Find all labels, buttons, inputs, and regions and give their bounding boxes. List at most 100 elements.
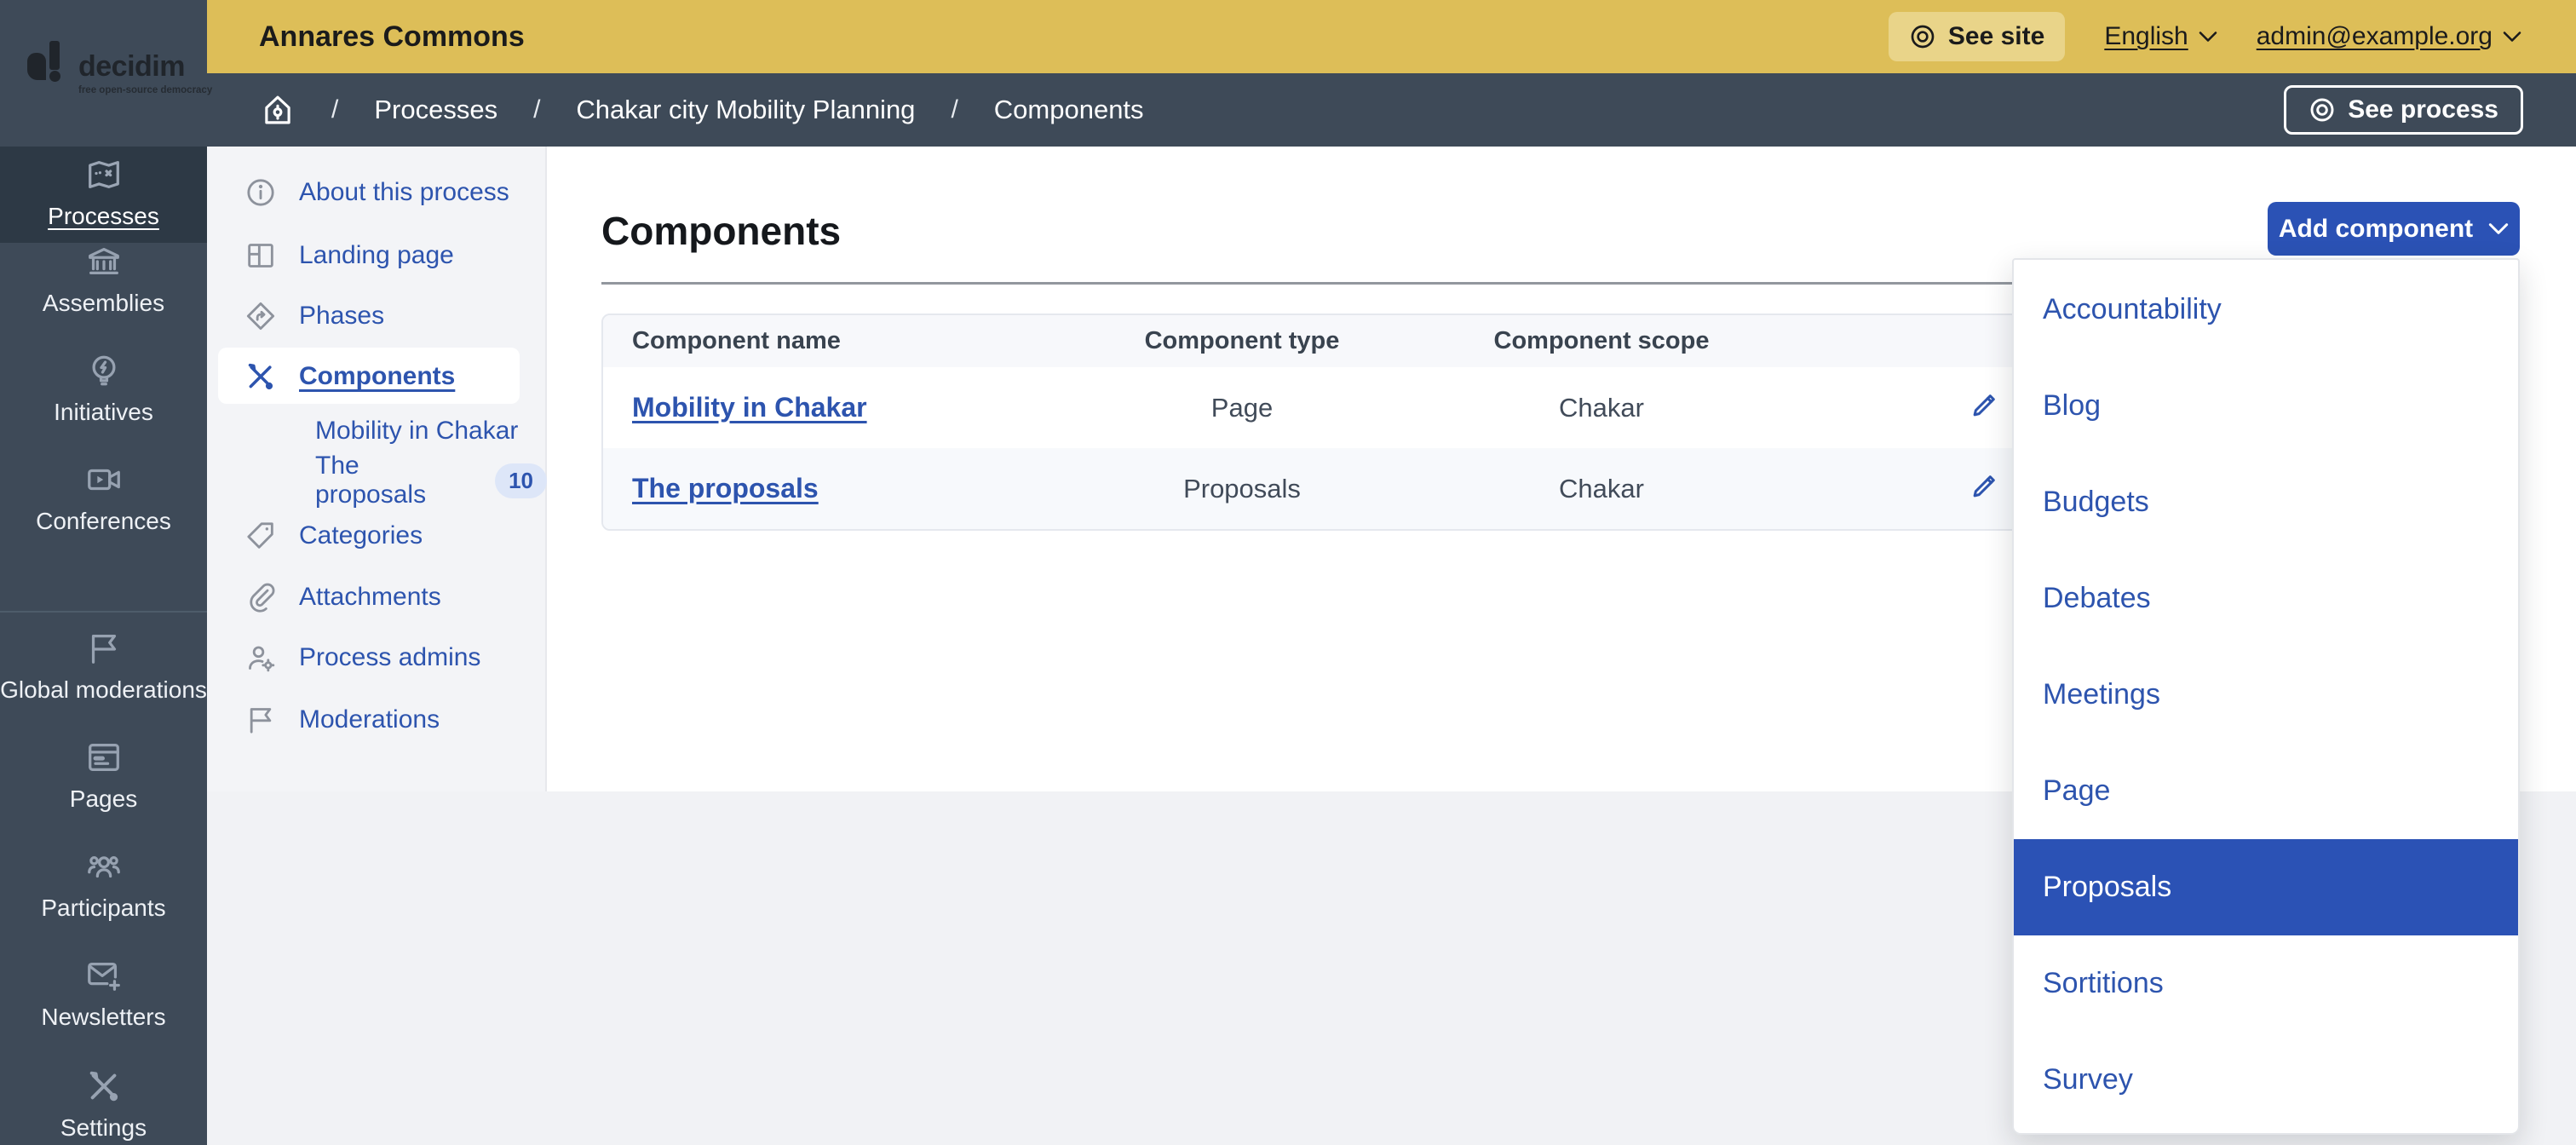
subnav-item-about[interactable]: About this process [207, 168, 547, 217]
breadcrumb-separator: / [533, 95, 540, 124]
eye-icon [2309, 96, 2336, 124]
paperclip-icon [244, 580, 278, 614]
chevron-down-icon [2503, 31, 2521, 43]
subnav-item-mobility-in-chakar[interactable]: Mobility in Chakar [207, 406, 547, 456]
direction-sign-icon [244, 299, 278, 333]
subnav-item-phases[interactable]: Phases [207, 291, 547, 341]
dropdown-item-survey[interactable]: Survey [2014, 1032, 2518, 1128]
subnav-item-components[interactable]: Components [207, 352, 547, 401]
sidebar-item-newsletters[interactable]: Newsletters [0, 949, 207, 1048]
see-site-label: See site [1948, 22, 2044, 51]
dropdown-item-page[interactable]: Page [2014, 743, 2518, 839]
breadcrumb-separator: / [331, 95, 338, 124]
add-component-dropdown: Accountability Blog Budgets Debates Meet… [2012, 258, 2520, 1135]
breadcrumb-item-processes[interactable]: Processes [374, 95, 497, 125]
subnav-item-the-proposals[interactable]: The proposals 10 [207, 456, 547, 505]
sidebar-item-conferences[interactable]: Conferences [0, 453, 207, 552]
decidim-wordmark: decidim [78, 54, 185, 80]
breadcrumb-item-components[interactable]: Components [994, 95, 1144, 125]
page-title: Components [601, 208, 841, 254]
subnav-item-label: About this process [299, 178, 509, 207]
eye-icon [1909, 23, 1936, 50]
see-site-button[interactable]: See site [1889, 12, 2065, 61]
subnav-item-label: Landing page [299, 241, 454, 270]
sidebar-item-label: Initiatives [54, 399, 153, 426]
add-component-button[interactable]: Add component [2268, 202, 2520, 256]
sidebar-item-label: Settings [60, 1114, 147, 1142]
sidebar-item-global-moderations[interactable]: Global moderations [0, 622, 207, 721]
sidebar-divider [0, 611, 207, 613]
component-scope-cell: Chakar [1415, 448, 1788, 529]
video-camera-icon [84, 460, 124, 499]
breadcrumb-item-process[interactable]: Chakar city Mobility Planning [576, 95, 915, 125]
subnav-item-process-admins[interactable]: Process admins [207, 633, 547, 682]
dropdown-item-sortitions[interactable]: Sortitions [2014, 935, 2518, 1032]
dropdown-item-meetings[interactable]: Meetings [2014, 647, 2518, 743]
dropdown-item-budgets[interactable]: Budgets [2014, 454, 2518, 550]
process-subnav: About this process Landing page Phases [207, 147, 547, 791]
chevron-down-icon [2199, 31, 2217, 43]
subnav-item-label: Moderations [299, 705, 440, 734]
sidebar-item-processes[interactable]: Processes [0, 147, 207, 243]
dropdown-item-blog[interactable]: Blog [2014, 358, 2518, 454]
subnav-item-label: Mobility in Chakar [315, 417, 518, 446]
sidebar-item-label: Newsletters [41, 1004, 165, 1031]
info-icon [244, 175, 278, 210]
home-icon[interactable] [260, 92, 296, 128]
sidebar-item-label: Conferences [36, 508, 171, 535]
dropdown-item-debates[interactable]: Debates [2014, 550, 2518, 647]
admin-sidebar: Processes Assemblies Init [0, 147, 207, 1145]
tag-icon [244, 519, 278, 553]
component-link[interactable]: The proposals [632, 473, 819, 503]
dropdown-item-proposals[interactable]: Proposals [2014, 839, 2518, 935]
component-type-cell: Proposals [1069, 448, 1415, 529]
component-link[interactable]: Mobility in Chakar [632, 392, 867, 423]
top-bar: Annares Commons See site English admin@e… [207, 0, 2576, 73]
sidebar-item-label: Assemblies [43, 290, 164, 317]
sidebar-item-settings[interactable]: Settings [0, 1060, 207, 1145]
sidebar-item-label: Global moderations [0, 676, 207, 704]
subnav-item-label: Categories [299, 521, 423, 550]
tools-icon [84, 1067, 124, 1106]
account-menu[interactable]: admin@example.org [2257, 22, 2521, 51]
see-process-button[interactable]: See process [2284, 85, 2523, 135]
organization-title: Annares Commons [259, 20, 525, 54]
decidim-logo[interactable]: decidim free open-source democracy [0, 0, 207, 147]
pencil-icon [1969, 469, 2001, 502]
mail-plus-icon [84, 956, 124, 995]
count-badge: 10 [495, 463, 547, 498]
subnav-item-moderations[interactable]: Moderations [207, 695, 547, 745]
bank-icon [84, 242, 124, 281]
decidim-logo-glyph-icon [27, 41, 72, 80]
subnav-item-categories[interactable]: Categories [207, 511, 547, 561]
subnav-item-label: The proposals [315, 452, 473, 509]
subnav-item-landing-page[interactable]: Landing page [207, 231, 547, 280]
subnav-item-attachments[interactable]: Attachments [207, 572, 547, 622]
account-label: admin@example.org [2257, 22, 2493, 51]
dropdown-item-accountability[interactable]: Accountability [2014, 262, 2518, 358]
edit-component-button[interactable] [1969, 388, 2001, 421]
subnav-item-label: Attachments [299, 583, 441, 612]
sidebar-item-pages[interactable]: Pages [0, 731, 207, 830]
layout-icon [244, 239, 278, 273]
subnav-item-label: Components [299, 362, 455, 391]
component-scope-cell: Chakar [1415, 367, 1788, 448]
chevron-down-icon [2488, 222, 2509, 235]
component-type-cell: Page [1069, 367, 1415, 448]
browser-icon [84, 738, 124, 777]
decidim-admin-page: decidim free open-source democracy Annar… [0, 0, 2576, 1145]
map-icon [84, 155, 124, 194]
edit-component-button[interactable] [1969, 469, 2001, 502]
tools-icon [244, 360, 278, 394]
sidebar-item-assemblies[interactable]: Assemblies [0, 235, 207, 334]
column-header-scope: Component scope [1415, 315, 1788, 367]
user-gear-icon [244, 641, 278, 675]
people-icon [84, 847, 124, 886]
sidebar-item-initiatives[interactable]: Initiatives [0, 344, 207, 443]
sidebar-item-label: Pages [70, 785, 137, 813]
column-header-name: Component name [603, 315, 1069, 367]
sidebar-item-participants[interactable]: Participants [0, 840, 207, 939]
see-process-label: See process [2348, 95, 2498, 124]
breadcrumb: / Processes / Chakar city Mobility Plann… [207, 73, 2576, 147]
language-selector[interactable]: English [2104, 22, 2217, 51]
